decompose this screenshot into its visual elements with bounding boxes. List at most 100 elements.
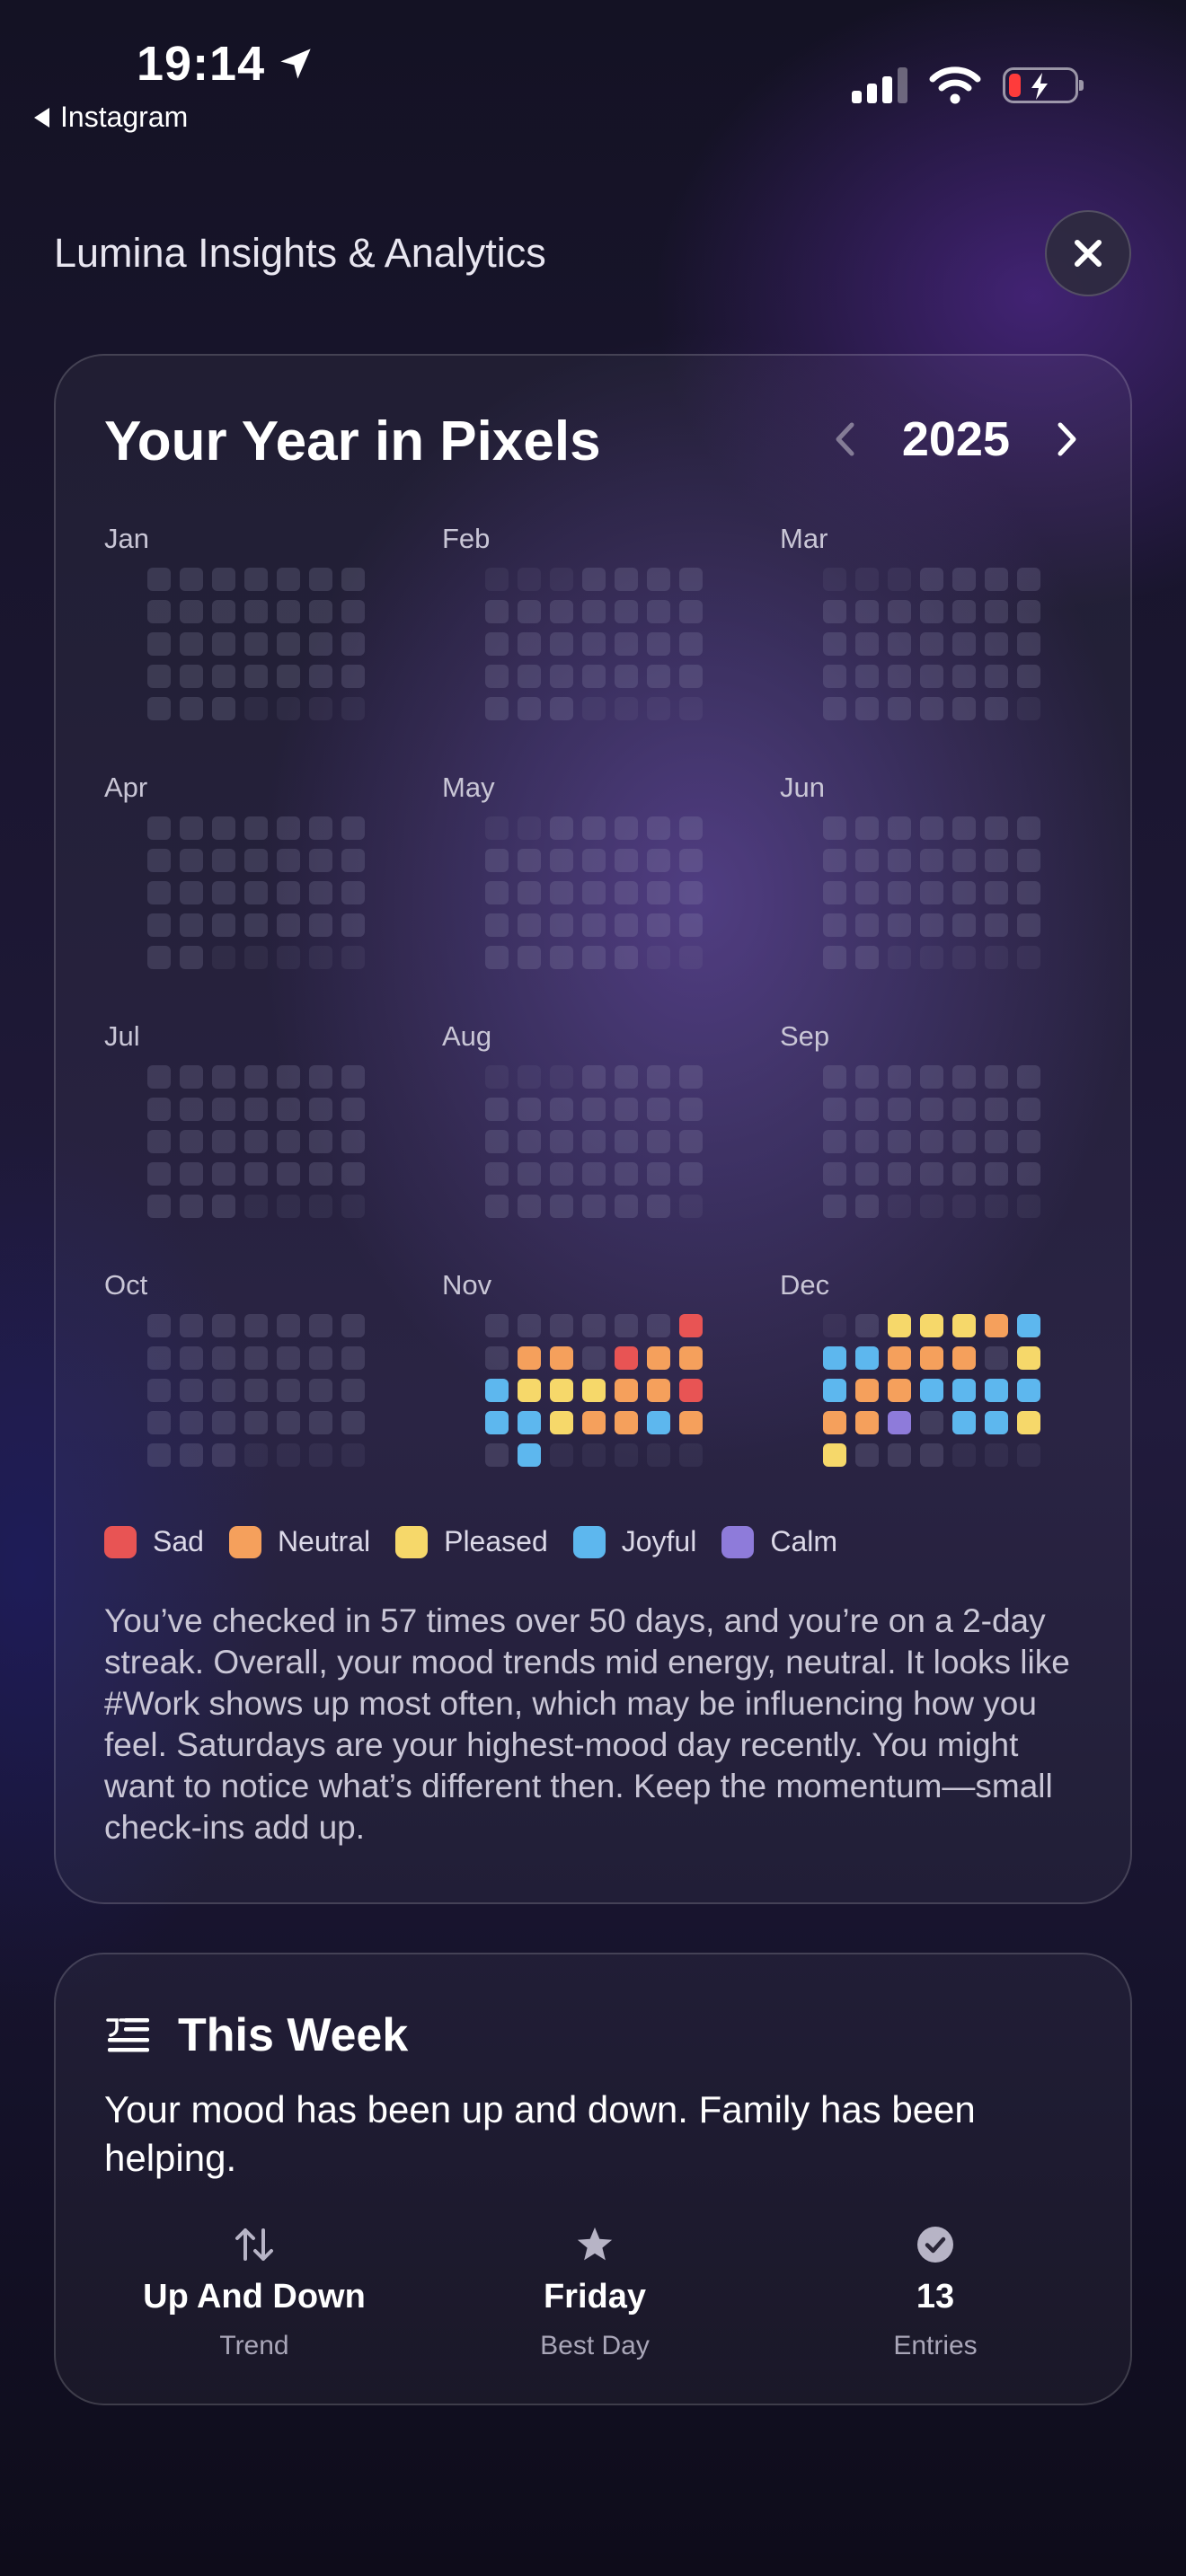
day-cell: [855, 1443, 879, 1467]
day-cell: [647, 1195, 670, 1218]
day-cell: [952, 1065, 976, 1089]
location-arrow-icon: [280, 49, 311, 79]
legend-label: Calm: [770, 1525, 837, 1557]
day-cell: [952, 1379, 976, 1402]
month-day-cells: [147, 568, 365, 720]
day-cell: [518, 1162, 541, 1186]
day-cell: [952, 697, 976, 720]
day-cell: [212, 665, 235, 688]
month-aug: Aug: [442, 1020, 766, 1254]
day-cell: [582, 913, 606, 937]
next-year-button[interactable]: [1049, 417, 1085, 462]
day-cell: [679, 816, 703, 840]
day-cell: [180, 568, 203, 591]
day-cell: [277, 1379, 300, 1402]
day-cell: [212, 1195, 235, 1218]
day-cell: [309, 849, 332, 872]
day-cell: [244, 1314, 268, 1337]
day-cell: [920, 1130, 943, 1153]
day-cell: [952, 816, 976, 840]
day-cell: [1017, 1346, 1040, 1370]
empty-cell: [341, 697, 365, 720]
day-cell: [855, 697, 879, 720]
empty-cell: [518, 816, 541, 840]
empty-cell: [985, 1443, 1008, 1467]
day-cell: [647, 632, 670, 656]
day-cell: [985, 665, 1008, 688]
day-cell: [855, 1346, 879, 1370]
day-cell: [180, 946, 203, 969]
back-to-app-link[interactable]: Instagram: [34, 101, 188, 134]
trend-stat: Up And Down Trend: [84, 2222, 425, 2361]
day-cell: [147, 665, 171, 688]
day-cell: [341, 665, 365, 688]
legend-label: Sad: [153, 1525, 204, 1557]
day-cell: [615, 1314, 638, 1337]
day-cell: [550, 1195, 573, 1218]
day-cell: [1017, 913, 1040, 937]
legend-label: Pleased: [444, 1525, 548, 1557]
day-cell: [615, 1065, 638, 1089]
back-app-label: Instagram: [60, 101, 189, 133]
month-jan: Jan: [104, 523, 428, 756]
empty-cell: [518, 568, 541, 591]
day-cell: [823, 1379, 846, 1402]
day-cell: [212, 1411, 235, 1434]
day-cell: [615, 1130, 638, 1153]
day-cell: [550, 913, 573, 937]
day-cell: [485, 849, 509, 872]
day-cell: [550, 632, 573, 656]
day-cell: [485, 913, 509, 937]
day-cell: [855, 632, 879, 656]
day-cell: [647, 568, 670, 591]
day-cell: [180, 1130, 203, 1153]
day-cell: [582, 1195, 606, 1218]
empty-cell: [582, 697, 606, 720]
empty-cell: [1017, 1195, 1040, 1218]
empty-cell: [888, 568, 911, 591]
day-cell: [147, 1411, 171, 1434]
day-cell: [920, 1314, 943, 1337]
day-cell: [952, 1411, 976, 1434]
empty-cell: [244, 946, 268, 969]
day-cell: [1017, 1162, 1040, 1186]
day-cell: [1017, 1130, 1040, 1153]
year-summary-text: You’ve checked in 57 times over 50 days,…: [104, 1602, 1070, 1846]
day-cell: [888, 1314, 911, 1337]
empty-cell: [341, 1195, 365, 1218]
day-cell: [1017, 849, 1040, 872]
empty-cell: [341, 946, 365, 969]
day-cell: [679, 1346, 703, 1370]
year-label: 2025: [901, 412, 1010, 466]
day-cell: [888, 1379, 911, 1402]
day-cell: [855, 816, 879, 840]
legend-swatch: [104, 1525, 137, 1558]
previous-year-button[interactable]: [827, 417, 863, 462]
day-cell: [888, 1162, 911, 1186]
day-cell: [212, 1379, 235, 1402]
day-cell: [518, 1098, 541, 1121]
day-cell: [679, 881, 703, 904]
day-cell: [920, 697, 943, 720]
empty-cell: [615, 697, 638, 720]
day-cell: [550, 665, 573, 688]
month-day-cells: [823, 568, 1040, 720]
day-cell: [550, 1098, 573, 1121]
day-cell: [309, 816, 332, 840]
day-cell: [888, 1411, 911, 1434]
day-cell: [582, 1379, 606, 1402]
day-cell: [1017, 816, 1040, 840]
day-cell: [823, 1130, 846, 1153]
day-cell: [147, 946, 171, 969]
close-button[interactable]: [1045, 210, 1131, 296]
empty-cell: [823, 568, 846, 591]
empty-cell: [485, 1065, 509, 1089]
day-cell: [1017, 600, 1040, 623]
day-cell: [212, 1065, 235, 1089]
empty-cell: [212, 946, 235, 969]
best-day-stat: Friday Best Day: [424, 2222, 766, 2361]
month-label: Apr: [104, 772, 148, 803]
day-cell: [855, 665, 879, 688]
empty-cell: [309, 1195, 332, 1218]
day-cell: [550, 1346, 573, 1370]
